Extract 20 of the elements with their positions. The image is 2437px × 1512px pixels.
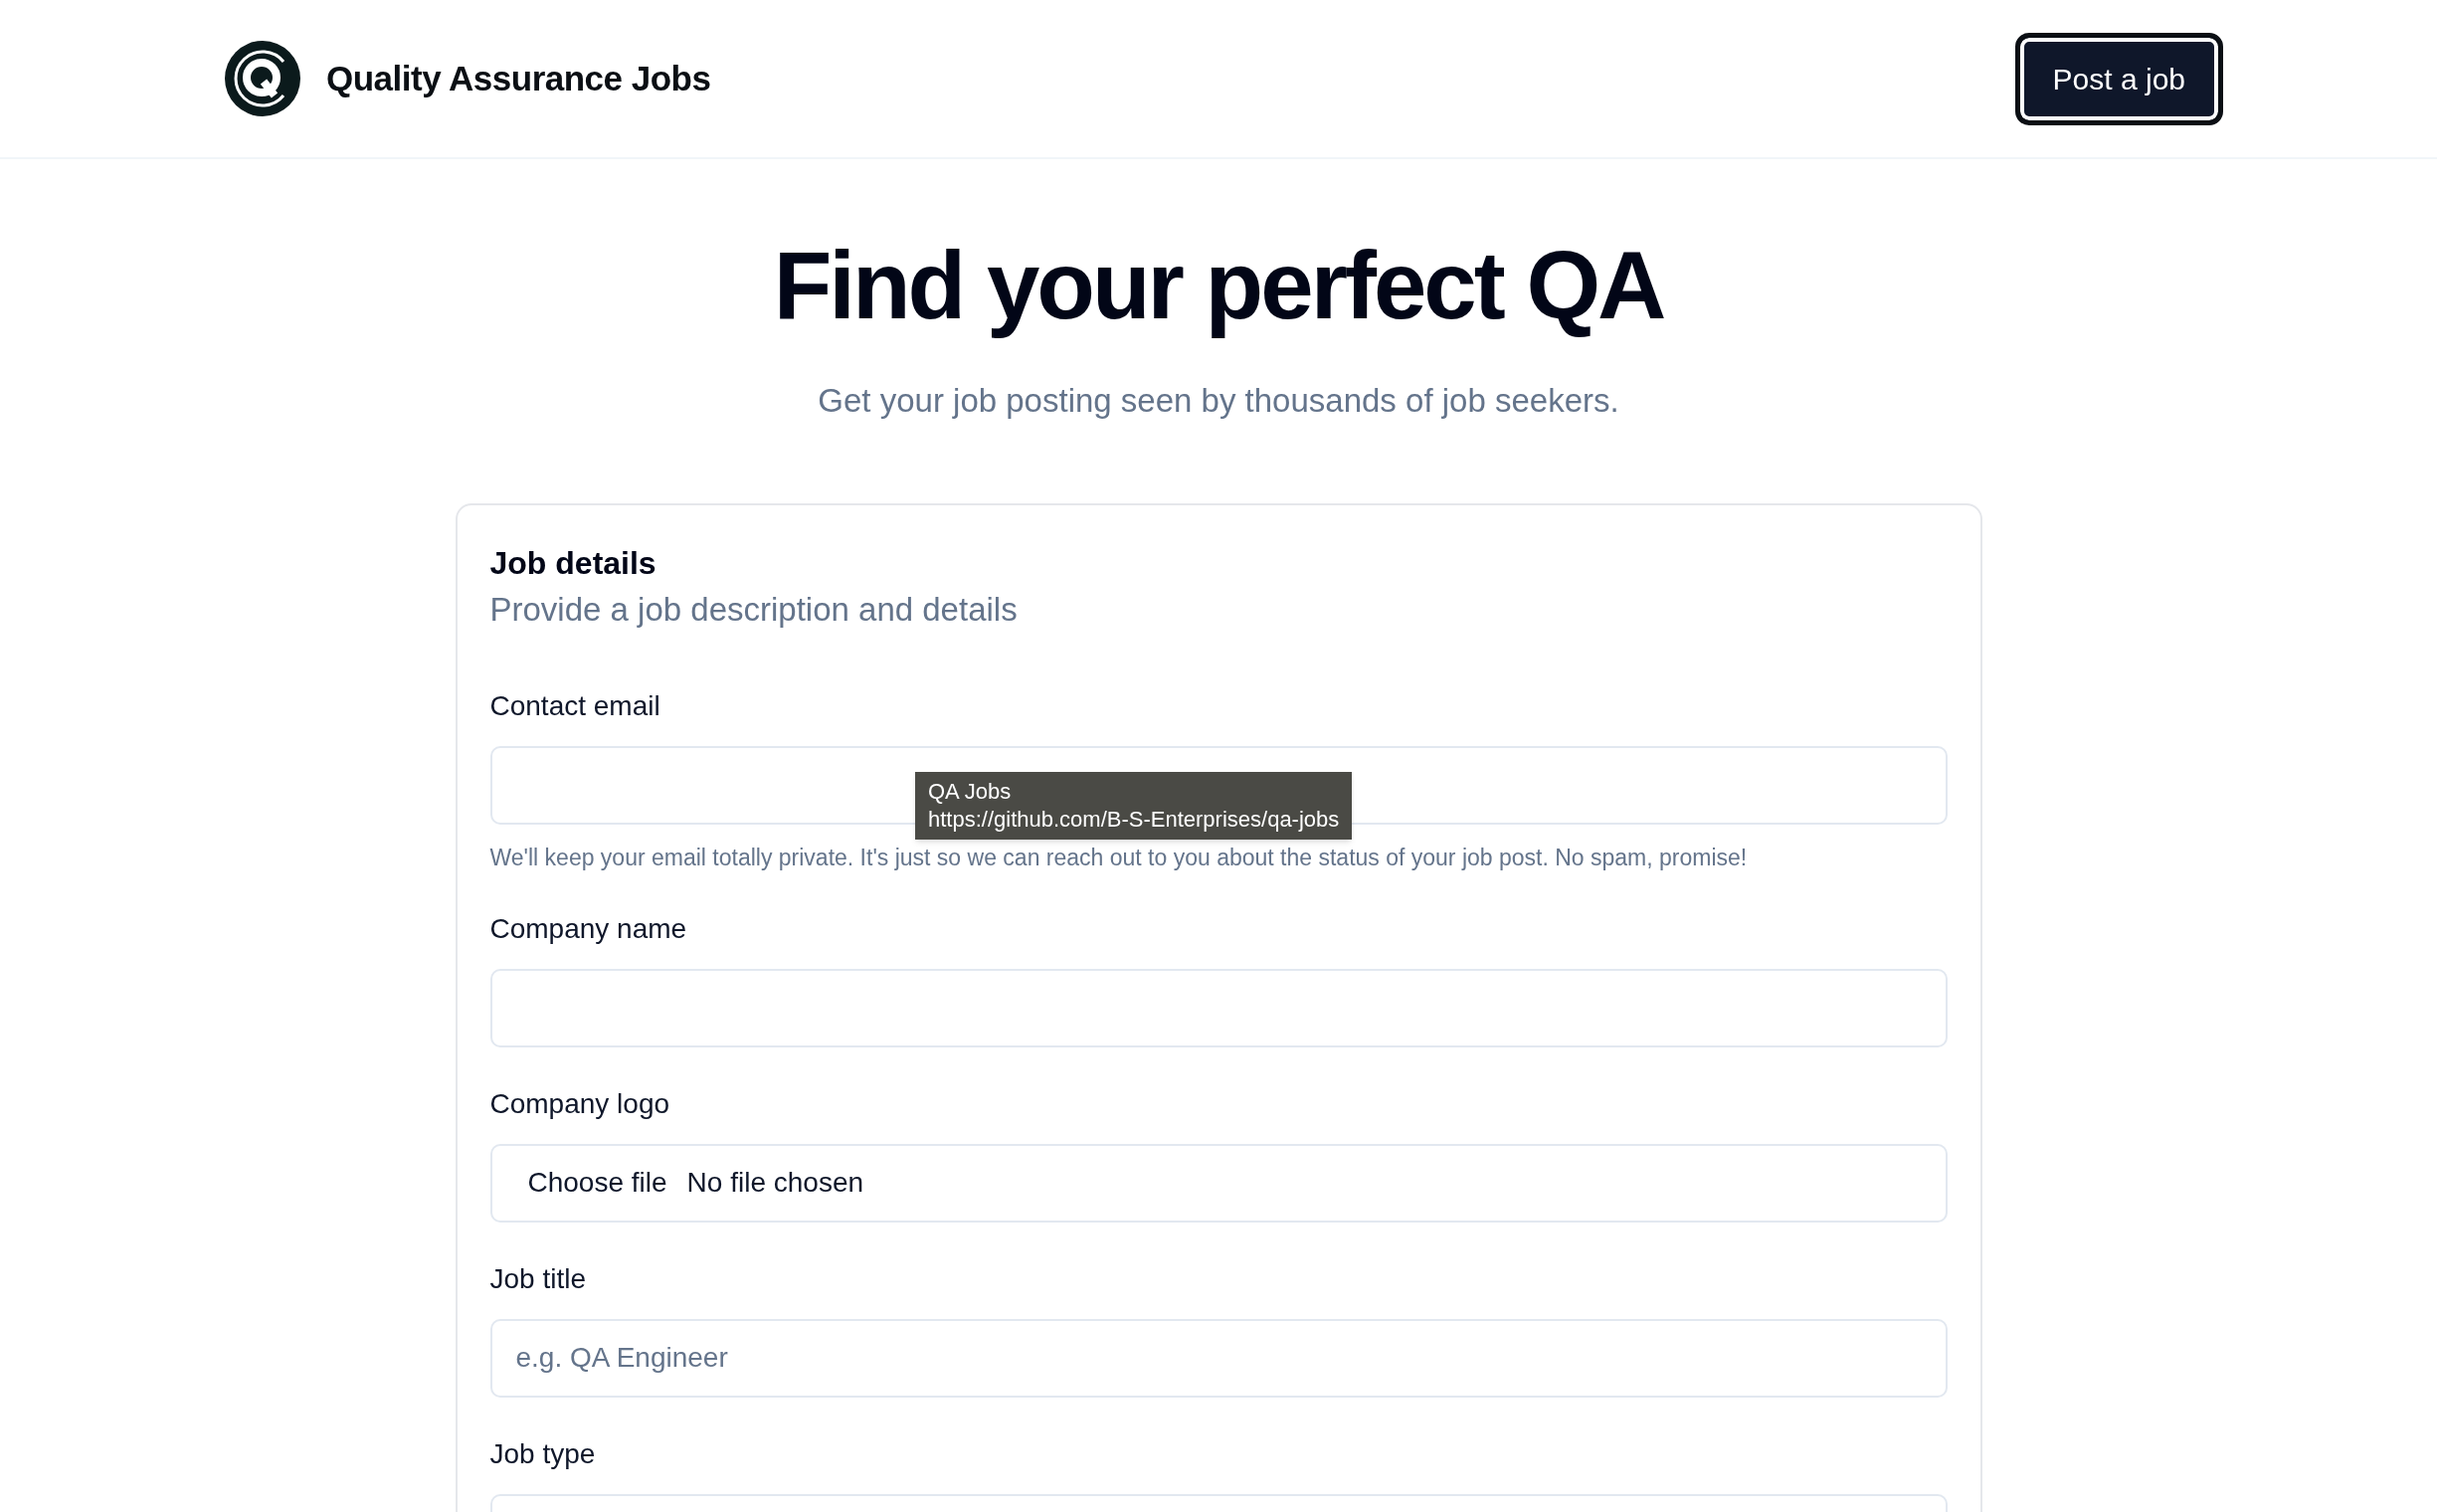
file-input[interactable]: Choose file No file chosen xyxy=(489,1143,1948,1223)
field-label: Job title xyxy=(489,1261,587,1296)
field-label: Company name xyxy=(489,911,688,946)
text-field[interactable] xyxy=(489,968,1948,1047)
logo-icon xyxy=(224,40,301,117)
field-label: Company logo xyxy=(489,1086,671,1121)
field-label: Contact email xyxy=(489,688,661,723)
file-status: No file chosen xyxy=(686,1166,864,1200)
form-description: Provide a job description and details xyxy=(489,589,1019,630)
text-field[interactable]: e.g. QA Engineer xyxy=(489,1318,1948,1398)
hero-subtitle: Get your job posting seen by thousands of job seekers. xyxy=(817,381,1620,421)
hero-title: Find your perfect QA xyxy=(772,231,1665,340)
site-title[interactable]: Quality Assurance Jobs xyxy=(326,52,711,105)
choose-file-button[interactable]: Choose file xyxy=(527,1162,667,1204)
form-title: Job details xyxy=(489,543,657,583)
tooltip-url: https://github.com/B-S-Enterprises/qa-jobs xyxy=(928,806,1340,834)
tooltip-title: QA Jobs xyxy=(928,778,1013,806)
field-label: Job type xyxy=(489,1436,597,1471)
help-text: We'll keep your email totally private. It's just so we can reach out to you about the status of your job post. No spam, promise! xyxy=(489,843,1749,872)
post-job-button[interactable]: Post a job xyxy=(2014,32,2223,125)
